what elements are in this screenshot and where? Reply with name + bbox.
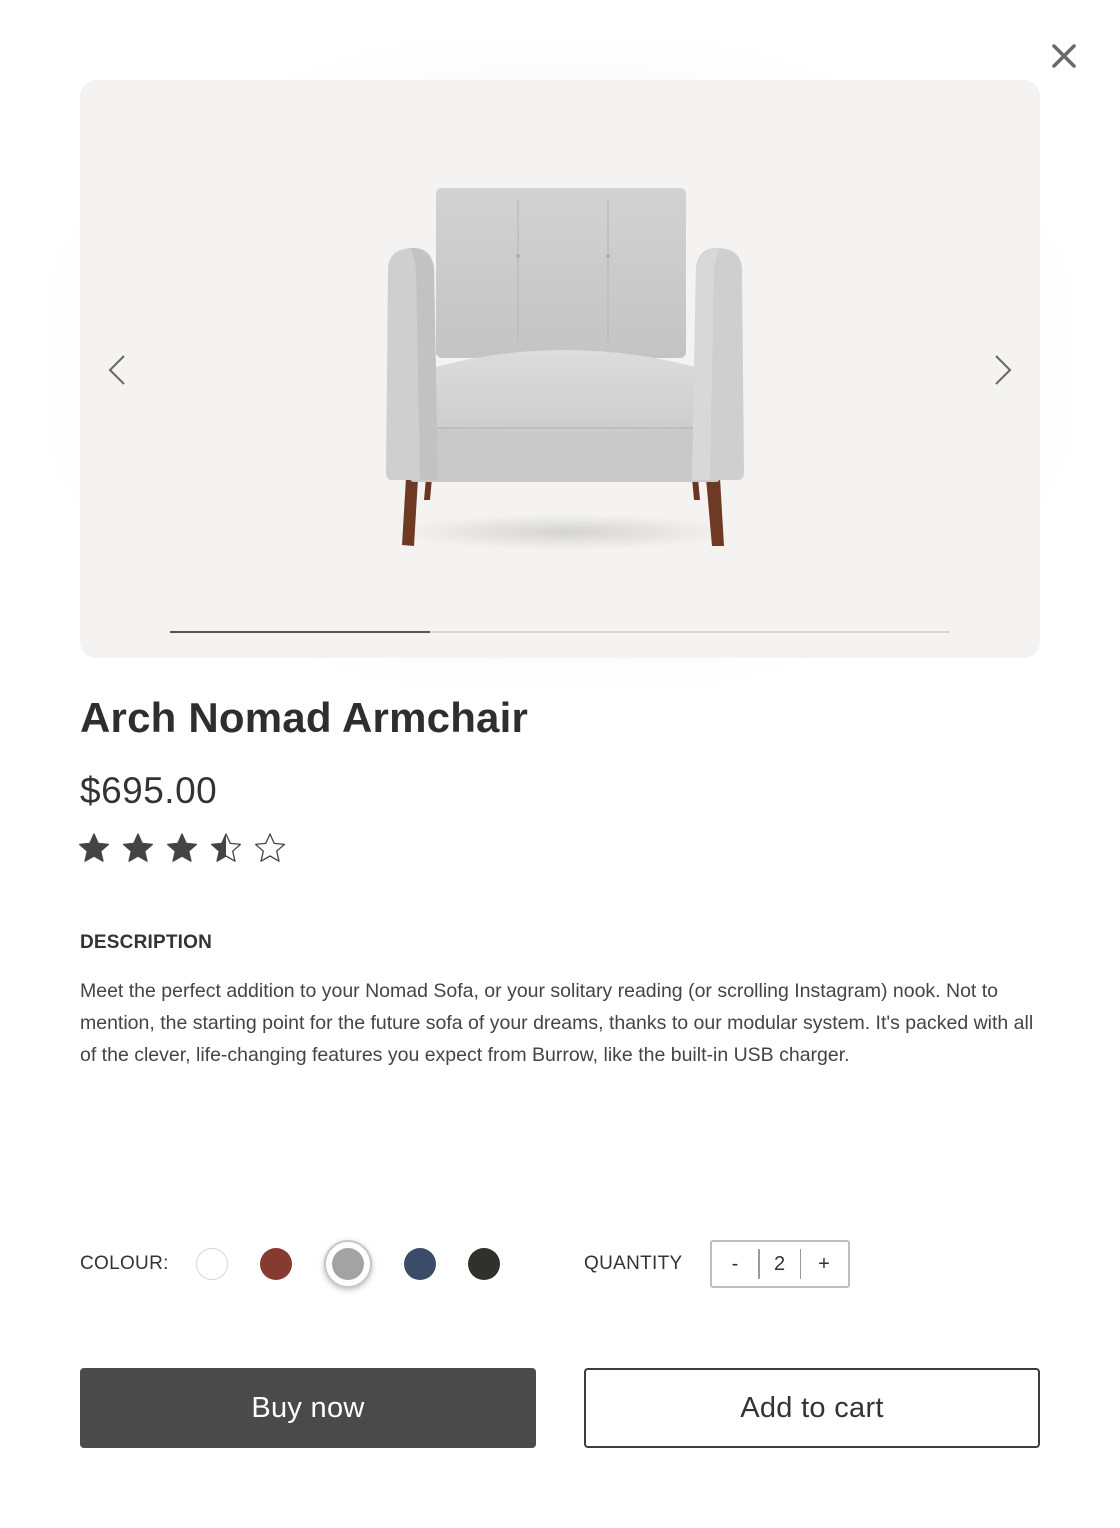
- product-gallery: [80, 80, 1040, 658]
- gallery-progress-fill: [170, 631, 430, 633]
- star-half-icon: [210, 833, 242, 862]
- colour-swatch-grey-selected[interactable]: [324, 1240, 372, 1288]
- decrement-button[interactable]: -: [712, 1242, 758, 1286]
- colour-swatch-white[interactable]: [196, 1248, 228, 1280]
- quantity-stepper: - 2 +: [710, 1240, 850, 1288]
- description-heading: DESCRIPTION: [80, 932, 213, 953]
- increment-button[interactable]: +: [801, 1242, 847, 1286]
- star-full-icon: [78, 833, 110, 862]
- colour-swatch-dark[interactable]: [468, 1248, 500, 1280]
- star-empty-icon: [254, 833, 286, 862]
- colour-swatch-blue[interactable]: [404, 1248, 436, 1280]
- description-text: Meet the perfect addition to your Nomad …: [80, 980, 1034, 1066]
- chevron-right-icon: [995, 355, 1012, 385]
- chevron-left-icon: [108, 355, 125, 385]
- colour-label: COLOUR:: [80, 1253, 169, 1274]
- armchair-image: [386, 188, 744, 550]
- rating-stars: [78, 832, 286, 864]
- quantity-label: QUANTITY: [584, 1253, 683, 1274]
- previous-image-button[interactable]: [98, 350, 138, 390]
- colour-swatch-red[interactable]: [260, 1248, 292, 1280]
- add-to-cart-button[interactable]: Add to cart: [584, 1368, 1040, 1448]
- colour-swatch-grey-fill: [332, 1248, 364, 1280]
- star-full-icon: [166, 833, 198, 862]
- quantity-value[interactable]: 2: [760, 1253, 800, 1276]
- product-title: Arch Nomad Armchair: [80, 694, 529, 741]
- star-full-icon: [122, 833, 154, 862]
- buy-now-button[interactable]: Buy now: [80, 1368, 536, 1448]
- gallery-progress-track: [170, 631, 950, 633]
- next-image-button[interactable]: [982, 350, 1022, 390]
- product-price: $695.00: [80, 770, 218, 811]
